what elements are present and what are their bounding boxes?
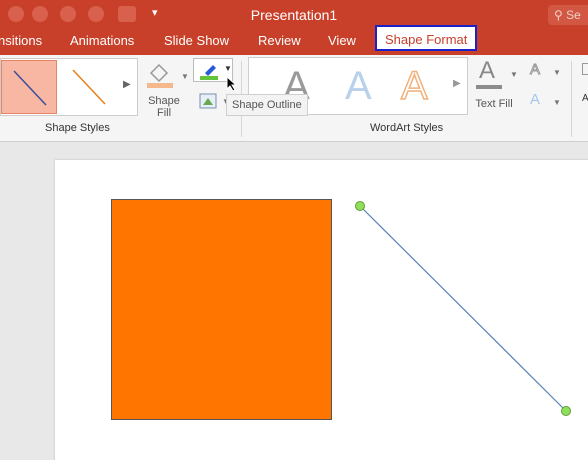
- shape-fill-dropdown-icon[interactable]: ▼: [181, 72, 189, 81]
- ribbon-tab-bar: nsitions Animations Slide Show Review Vi…: [0, 25, 588, 55]
- search-icon: ⚲: [554, 8, 563, 22]
- diagonal-line-blue-icon: [13, 70, 47, 106]
- tab-transitions[interactable]: nsitions: [0, 33, 42, 48]
- text-outline-icon[interactable]: A: [529, 61, 540, 79]
- diagonal-line-orange-icon: [72, 69, 106, 105]
- orange-rectangle-shape[interactable]: [111, 199, 332, 420]
- text-box-icon[interactable]: [582, 63, 588, 75]
- tooltip: Shape Outline: [226, 94, 308, 116]
- group-divider: [571, 61, 572, 137]
- shape-fill-button[interactable]: Shape Fill: [142, 59, 180, 121]
- shape-style-swatch[interactable]: [61, 60, 117, 114]
- tab-review[interactable]: Review: [258, 33, 301, 48]
- shape-fill-label: Shape Fill: [148, 95, 180, 119]
- search-field[interactable]: ⚲ Se: [548, 5, 588, 25]
- text-effects-icon[interactable]: A: [530, 91, 540, 108]
- mouse-cursor-icon: [226, 76, 238, 92]
- title-bar: ▾ Presentation1 ⚲ Se: [0, 0, 588, 28]
- text-fill-label: Text Fill: [475, 98, 513, 110]
- text-fill-icon: A: [479, 57, 496, 84]
- wordart-more-arrow-icon[interactable]: ▶: [453, 78, 461, 89]
- text-outline-dropdown-icon[interactable]: ▼: [553, 68, 561, 77]
- shape-effects-icon[interactable]: [198, 91, 220, 111]
- shape-styles-gallery: ▶: [0, 58, 138, 116]
- wordart-style-orange-outline[interactable]: A: [400, 63, 428, 109]
- pencil-icon: [200, 65, 218, 80]
- wordart-style-blue[interactable]: A: [345, 64, 372, 109]
- gallery-more-arrow-icon[interactable]: ▶: [123, 79, 131, 90]
- paint-bucket-icon: [147, 63, 173, 88]
- tab-animations[interactable]: Animations: [70, 33, 134, 48]
- text-align-icon[interactable]: A: [582, 93, 588, 104]
- shape-styles-group-label: Shape Styles: [45, 122, 110, 134]
- tab-view[interactable]: View: [328, 33, 356, 48]
- wordart-styles-group-label: WordArt Styles: [370, 122, 444, 134]
- window-title: Presentation1: [250, 7, 338, 23]
- tab-slide-show[interactable]: Slide Show: [164, 33, 229, 48]
- tab-shape-format[interactable]: Shape Format: [375, 25, 478, 51]
- shape-outline-dropdown-icon[interactable]: ▼: [224, 64, 232, 73]
- text-fill-dropdown-icon[interactable]: ▼: [510, 70, 518, 79]
- text-fill-button[interactable]: A Text Fill: [472, 57, 516, 119]
- shape-style-swatch-selected[interactable]: [1, 60, 57, 114]
- text-effects-dropdown-icon[interactable]: ▼: [553, 98, 561, 107]
- text-fill-color-bar: [476, 85, 502, 89]
